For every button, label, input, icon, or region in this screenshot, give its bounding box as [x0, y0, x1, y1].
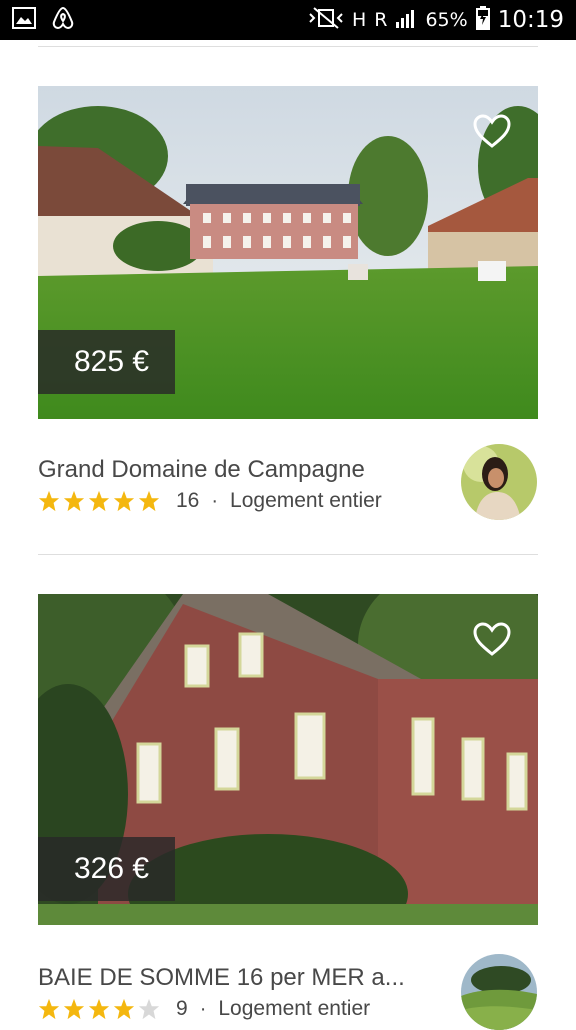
listing-card[interactable]: 326 € BAIE DE SOMME 16 per MER a... 9 · …	[38, 594, 538, 1030]
status-bar: H R 65% 10:19	[0, 0, 576, 40]
network-type-h: H	[351, 9, 367, 31]
star-icon	[63, 998, 85, 1020]
clock: 10:19	[497, 7, 564, 33]
star-icon	[38, 490, 60, 512]
listing-meta: 9 · Logement entier	[38, 997, 370, 1021]
listing-title[interactable]: Grand Domaine de Campagne	[38, 456, 448, 484]
star-icon	[63, 490, 85, 512]
price-tag: 825 €	[38, 330, 175, 394]
star-icon	[113, 490, 135, 512]
review-count: 16	[176, 489, 200, 512]
host-avatar[interactable]	[461, 954, 537, 1030]
gallery-icon	[12, 6, 36, 34]
room-type: Logement entier	[230, 489, 382, 512]
airbnb-logo-icon	[50, 5, 76, 36]
network-type-r: R	[374, 9, 388, 31]
host-avatar[interactable]	[461, 444, 537, 520]
room-type: Logement entier	[218, 997, 371, 1020]
listing-card[interactable]: 825 € Grand Domaine de Campagne 16 · Log…	[38, 86, 538, 526]
star-icon	[138, 490, 160, 512]
signal-icon	[395, 7, 417, 34]
rating-stars	[38, 490, 160, 512]
divider	[38, 46, 538, 47]
star-icon	[113, 998, 135, 1020]
vibrate-mute-icon	[308, 6, 344, 35]
star-icon	[88, 490, 110, 512]
listing-photo[interactable]: 326 €	[38, 594, 538, 925]
divider	[38, 554, 538, 555]
listing-title[interactable]: BAIE DE SOMME 16 per MER a...	[38, 964, 448, 992]
price-tag: 326 €	[38, 837, 175, 901]
star-empty-icon	[138, 998, 160, 1020]
separator-dot: ·	[211, 489, 219, 512]
star-icon	[88, 998, 110, 1020]
heart-icon[interactable]	[472, 620, 512, 660]
battery-icon	[475, 5, 490, 35]
listing-meta: 16 · Logement entier	[38, 489, 382, 513]
battery-percent: 65%	[425, 9, 468, 31]
rating-stars	[38, 998, 160, 1020]
star-icon	[38, 998, 60, 1020]
separator-dot: ·	[199, 997, 207, 1020]
listing-photo[interactable]: 825 €	[38, 86, 538, 419]
heart-icon[interactable]	[472, 112, 512, 152]
review-count: 9	[176, 997, 188, 1020]
